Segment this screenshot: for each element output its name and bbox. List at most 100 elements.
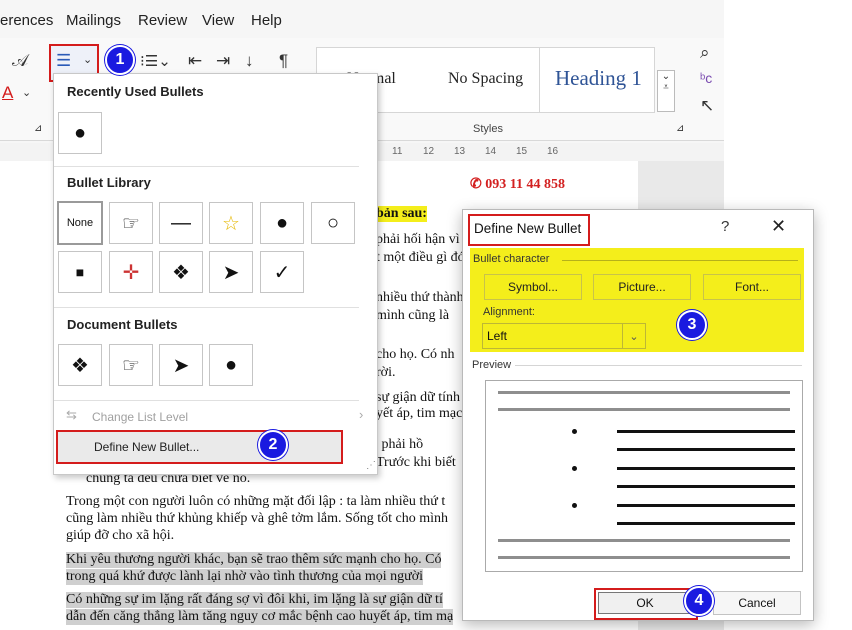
- doc-line-fragment: cho họ. Có nh: [376, 347, 455, 362]
- change-list-level-icon: ⇆: [66, 407, 77, 422]
- doc-line-fragment: Trước khi biết: [376, 455, 456, 470]
- menu-separator: [54, 307, 359, 308]
- doc-line-highlighted: Có những sự im lặng rất đáng sợ vì đôi k…: [66, 592, 443, 608]
- tab-review[interactable]: Review: [138, 12, 187, 29]
- ruler-tick: 12: [423, 146, 435, 157]
- bullet-colored-cross[interactable]: ✛: [109, 251, 153, 293]
- resize-grip-icon[interactable]: ⋰: [366, 460, 376, 471]
- bullet-library-heading: Bullet Library: [67, 175, 151, 190]
- dash-icon: —: [171, 211, 191, 234]
- show-formatting-icon[interactable]: ¶: [279, 51, 288, 71]
- sort-icon[interactable]: ↓: [245, 51, 254, 71]
- star-icon: ☆: [222, 212, 240, 235]
- document-bullet-arrowhead[interactable]: ➤: [159, 344, 203, 386]
- bullet-star[interactable]: ☆: [209, 202, 253, 244]
- styles-more-icon[interactable]: ⌄ ⩡: [657, 70, 675, 112]
- preview-box: [485, 380, 803, 572]
- recent-bullet-filled-circle[interactable]: ●: [58, 112, 102, 154]
- style-heading-1[interactable]: Heading 1: [540, 47, 655, 113]
- ruler-tick: 15: [516, 146, 528, 157]
- pointing-hand-icon: ☞: [122, 212, 140, 235]
- bullets-icon: ☰: [56, 51, 72, 70]
- replace-icon[interactable]: ᵇc: [700, 70, 712, 86]
- font-button[interactable]: Font...: [703, 274, 801, 300]
- bullet-character-label: Bullet character: [473, 253, 550, 265]
- font-color-dropdown-icon[interactable]: ⌄: [22, 86, 31, 99]
- callout-number: 1: [115, 51, 125, 68]
- find-icon[interactable]: ⌕: [700, 43, 710, 63]
- section-divider: [562, 260, 798, 261]
- decrease-indent-icon[interactable]: ⇤: [188, 51, 202, 71]
- change-list-level-item[interactable]: Change List Level: [92, 410, 188, 424]
- picture-button[interactable]: Picture...: [593, 274, 691, 300]
- doc-line-fragment: phải hối hận vì g: [376, 232, 471, 247]
- symbol-button[interactable]: Symbol...: [484, 274, 582, 300]
- bullet-hollow-circle[interactable]: ○: [311, 202, 355, 244]
- style-no-spacing-label: No Spacing: [448, 70, 524, 87]
- preview-text-line: [617, 504, 795, 507]
- styles-group-label: Styles: [473, 123, 503, 135]
- ok-button-frame: OK: [594, 588, 698, 620]
- doc-line: Trong một con người luôn có những mặt đố…: [66, 494, 446, 509]
- arrowhead-icon: ➤: [172, 354, 190, 377]
- checkmark-icon: ✓: [273, 261, 291, 284]
- select-icon[interactable]: ↖: [700, 96, 714, 116]
- bullet-square[interactable]: ■: [58, 251, 102, 293]
- menu-separator: [54, 166, 359, 167]
- alignment-value: Left: [487, 329, 508, 343]
- bullet-filled-circle[interactable]: ●: [260, 202, 304, 244]
- bullet-character-section: Bullet character Symbol... Picture... Fo…: [470, 248, 804, 352]
- font-color-icon[interactable]: A: [2, 83, 13, 103]
- styles-dialog-launcher-icon[interactable]: ⊿: [676, 123, 684, 134]
- preview-bullet: [572, 429, 577, 434]
- tab-references[interactable]: erences: [0, 12, 53, 29]
- close-button[interactable]: ✕: [771, 216, 786, 237]
- bullet-dash[interactable]: —: [159, 202, 203, 244]
- document-bullet-diamond-cluster[interactable]: ❖: [58, 344, 102, 386]
- preview-text-line: [617, 467, 795, 470]
- alignment-select[interactable]: Left ⌄: [482, 323, 646, 349]
- section-divider: [515, 365, 802, 366]
- bullet-arrowhead[interactable]: ➤: [209, 251, 253, 293]
- dialog-title-frame: Define New Bullet: [468, 214, 590, 246]
- callout-step-2: 2: [258, 430, 288, 460]
- pointing-hand-icon: ☞: [122, 354, 140, 377]
- define-new-bullet-item[interactable]: Define New Bullet...: [56, 430, 343, 464]
- preview-gray-line: [498, 539, 790, 542]
- picture-button-label: Picture...: [618, 280, 666, 294]
- preview-bullet: [572, 503, 577, 508]
- bullet-none[interactable]: None: [57, 201, 103, 245]
- phone-number: ✆ 093 11 44 858: [470, 177, 565, 192]
- clear-format-icon[interactable]: 𝒜: [12, 51, 28, 71]
- doc-heading-fragment: bản sau:: [376, 206, 427, 222]
- bullet-pointing-hand[interactable]: ☞: [109, 202, 153, 244]
- phone-text: 093 11 44 858: [485, 177, 565, 192]
- font-dialog-launcher-icon[interactable]: ⊿: [34, 123, 42, 134]
- callout-step-4: 4: [684, 586, 714, 616]
- document-bullet-pointing-hand[interactable]: ☞: [109, 344, 153, 386]
- doc-line-fragment: t một điều gì đó: [376, 250, 465, 265]
- alignment-label: Alignment:: [483, 306, 535, 318]
- increase-indent-icon[interactable]: ⇥: [216, 51, 230, 71]
- doc-line-fragment: sự giận dữ tính: [376, 390, 461, 405]
- bullet-checkmark[interactable]: ✓: [260, 251, 304, 293]
- tab-view[interactable]: View: [202, 12, 234, 29]
- diamond-cluster-icon: ❖: [71, 354, 89, 377]
- callout-step-1: 1: [105, 45, 135, 75]
- doc-line-fragment: nhiều thứ thành: [376, 290, 464, 305]
- document-bullet-filled-circle[interactable]: ●: [209, 344, 253, 386]
- callout-number: 3: [687, 316, 697, 333]
- doc-line-fragment: yết áp, tim mạch: [376, 406, 470, 421]
- preview-gray-line: [498, 391, 790, 394]
- document-bullets-heading: Document Bullets: [67, 317, 178, 332]
- tab-mailings[interactable]: Mailings: [66, 12, 121, 29]
- tab-help[interactable]: Help: [251, 12, 282, 29]
- bullet-diamond-cluster[interactable]: ❖: [159, 251, 203, 293]
- numbering-icon[interactable]: ⁝☰⌄: [140, 52, 171, 70]
- style-no-spacing[interactable]: No Spacing: [431, 47, 540, 113]
- help-button[interactable]: ?: [721, 218, 729, 235]
- ok-button[interactable]: OK: [598, 592, 692, 614]
- cancel-button[interactable]: Cancel: [713, 591, 801, 615]
- style-heading-1-label: Heading 1: [555, 66, 642, 90]
- filled-circle-icon: ●: [275, 211, 289, 234]
